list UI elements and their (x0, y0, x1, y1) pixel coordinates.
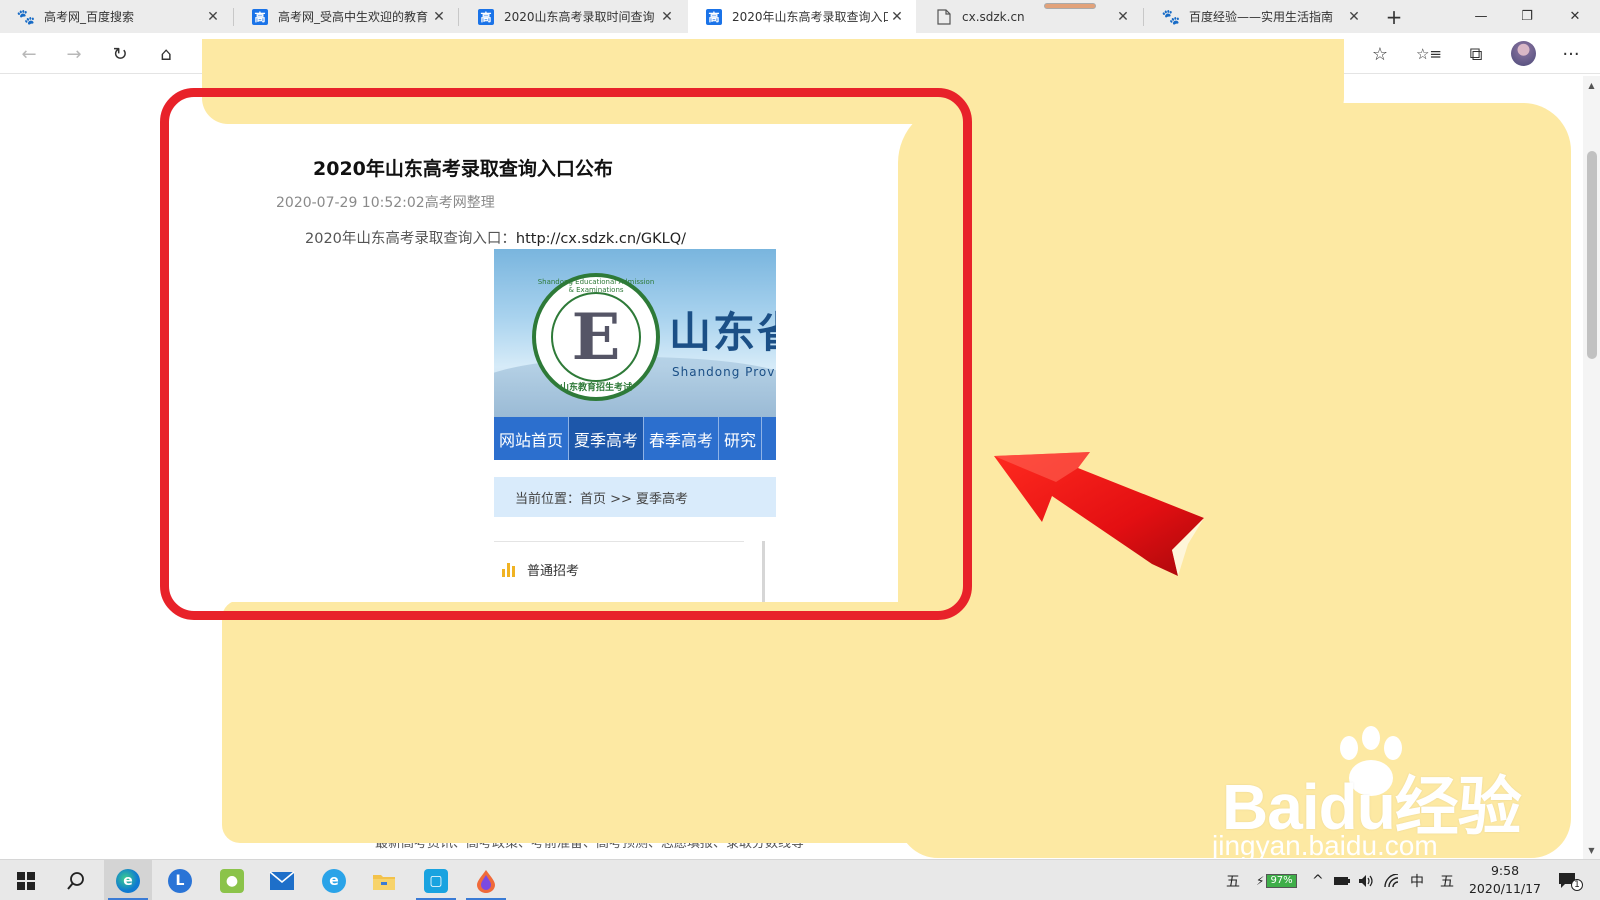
close-icon[interactable]: ✕ (204, 9, 222, 25)
ie-icon[interactable]: e (310, 860, 358, 900)
paint-icon[interactable] (462, 860, 510, 900)
minimize-button[interactable]: — (1458, 0, 1504, 33)
profile-avatar[interactable] (1511, 41, 1536, 66)
notes-icon[interactable]: ● (208, 860, 256, 900)
notification-center[interactable]: 1 (1558, 860, 1583, 900)
loading-indicator (1044, 3, 1096, 9)
add-favorite-button[interactable]: ☆ (1364, 38, 1396, 70)
tab-title: 2020山东高考录取时间查询 (504, 10, 655, 24)
battery-level: 97% (1266, 873, 1297, 888)
close-icon[interactable]: ✕ (1345, 9, 1363, 25)
close-icon[interactable]: ✕ (658, 9, 676, 25)
yellow-overlay (222, 600, 982, 843)
page-scrollbar[interactable]: ▲ ▼ (1583, 76, 1600, 859)
tab-baidu-jingyan[interactable]: 🐾 百度经验——实用生活指南 ✕ (1145, 0, 1373, 33)
highlight-frame (160, 88, 972, 620)
close-icon[interactable]: ✕ (430, 9, 448, 25)
back-button[interactable]: ← (13, 38, 45, 70)
power-icon[interactable] (1334, 860, 1350, 900)
forward-button[interactable]: → (58, 38, 90, 70)
tab-title: cx.sdzk.cn (962, 9, 1025, 24)
restore-button[interactable]: ❐ (1504, 0, 1550, 33)
scroll-up-arrow-icon[interactable]: ▲ (1583, 78, 1600, 92)
ime-mode-right[interactable]: 五 (1440, 860, 1454, 900)
home-button[interactable]: ⌂ (150, 38, 182, 70)
lenovo-icon[interactable]: L (156, 860, 204, 900)
tab-title: 百度经验——实用生活指南 (1189, 10, 1334, 24)
collections-button[interactable]: ⧉ (1460, 38, 1492, 70)
tab-separator (1143, 8, 1144, 26)
tab-strip: 🐾 高考网_百度搜索 ✕ 高 高考网_受高中生欢迎的教育 ✕ 高 2020山东高… (0, 0, 1600, 33)
volume-icon[interactable] (1358, 860, 1374, 900)
clock-time: 9:58 (1490, 863, 1520, 878)
charging-icon: ⚡ (1256, 873, 1265, 888)
tab-title: 高考网_百度搜索 (44, 10, 135, 24)
windows-start-icon[interactable] (2, 860, 50, 900)
gaokao-icon: 高 (478, 8, 494, 25)
more-menu-button[interactable]: ··· (1555, 38, 1587, 70)
taskbar-clock[interactable]: 9:58 2020/11/17 (1466, 862, 1544, 898)
close-window-button[interactable]: ✕ (1552, 0, 1598, 33)
edge-browser-icon[interactable]: e (104, 860, 152, 900)
ime-language[interactable]: 中 (1410, 860, 1424, 900)
tab-cx-sdzk[interactable]: cx.sdzk.cn ✕ (918, 0, 1142, 33)
refresh-button[interactable]: ↻ (104, 38, 136, 70)
baidu-paw-icon: 🐾 (1161, 7, 1181, 26)
file-icon (936, 8, 952, 25)
tab-shandong-time[interactable]: 高 2020山东高考录取时间查询 ✕ (460, 0, 686, 33)
gaokao-icon: 高 (252, 8, 268, 25)
new-tab-button[interactable]: + (1378, 0, 1410, 33)
red-arrow-icon (994, 452, 1204, 576)
watermark-url: jingyan.baidu.com (1212, 830, 1438, 861)
tab-separator (458, 8, 459, 26)
tab-shandong-query-active[interactable]: 高 2020年山东高考录取查询入口 ✕ (688, 0, 916, 33)
tab-gaokao-home[interactable]: 高 高考网_受高中生欢迎的教育 ✕ (234, 0, 458, 33)
notification-count: 1 (1571, 878, 1583, 891)
mail-icon[interactable] (258, 860, 306, 900)
ime-mode-left[interactable]: 五 (1226, 860, 1240, 900)
tab-title: 2020年山东高考录取查询入口 (732, 10, 888, 24)
scroll-thumb[interactable] (1587, 151, 1597, 359)
close-icon[interactable]: ✕ (888, 9, 906, 25)
wifi-icon[interactable] (1384, 860, 1400, 900)
favorites-button[interactable]: ☆≡ (1413, 38, 1445, 70)
battery-indicator[interactable]: ⚡ 97% (1256, 860, 1297, 900)
tray-chevron-icon[interactable]: ^ (1312, 860, 1324, 900)
app-icon[interactable]: ▢ (412, 860, 460, 900)
baidu-paw-icon: 🐾 (16, 7, 36, 26)
tab-title: 高考网_受高中生欢迎的教育 (278, 10, 429, 24)
baidu-jingyan-watermark: Baidu经验 jingyan.baidu.com (1212, 726, 1522, 866)
clock-date: 2020/11/17 (1468, 881, 1542, 896)
gaokao-icon: 高 (706, 8, 722, 25)
tab-baidu-search[interactable]: 🐾 高考网_百度搜索 ✕ (0, 0, 232, 33)
search-icon[interactable] (52, 860, 100, 900)
scroll-down-arrow-icon[interactable]: ▼ (1583, 843, 1600, 857)
close-icon[interactable]: ✕ (1114, 9, 1132, 25)
file-explorer-icon[interactable] (360, 860, 408, 900)
windows-taskbar: e L ● e ▢ 五 ⚡ 97% ^ 中 五 9:58 2020/11/17 … (0, 859, 1600, 900)
